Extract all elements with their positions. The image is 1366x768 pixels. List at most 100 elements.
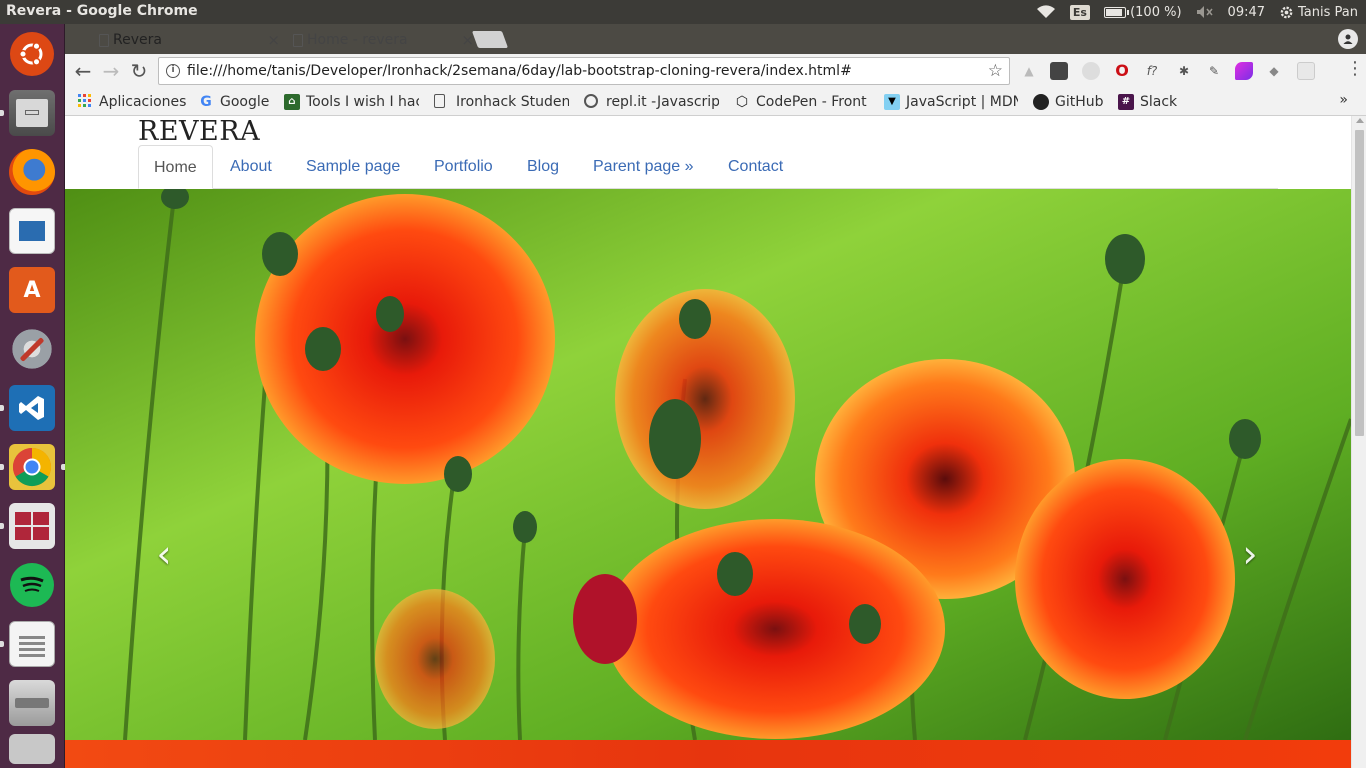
tab-revera[interactable]: Revera × (85, 26, 290, 54)
nav-parent-page[interactable]: Parent page » (578, 145, 709, 189)
extension-purple-icon[interactable] (1235, 62, 1253, 80)
volume-muted-icon[interactable] (1196, 5, 1214, 19)
launcher-trash[interactable] (6, 732, 58, 766)
opera-icon[interactable]: O (1113, 62, 1131, 80)
bookmark-google[interactable]: G Google (198, 92, 278, 112)
codepen-icon: ⬡ (735, 94, 749, 110)
battery-level (1105, 8, 1122, 16)
nav-contact[interactable]: Contact (713, 145, 798, 189)
bookmark-label: CodePen - Front (756, 94, 867, 110)
bookmarks-overflow-button[interactable]: » (1339, 92, 1348, 108)
bookmark-mdn[interactable]: ▼ JavaScript | MDN (884, 92, 1018, 112)
address-bar[interactable]: i file:///home/tanis/Developer/Ironhack/… (158, 57, 1010, 85)
keyboard-layout-indicator[interactable]: Es (1069, 4, 1090, 20)
workspaces-icon (9, 503, 55, 549)
launcher-firefox[interactable] (6, 146, 58, 198)
bookmark-label: JavaScript | MDN (906, 94, 1018, 110)
bookmark-ironhack[interactable]: Ironhack Studen (434, 92, 569, 112)
battery-indicator[interactable]: (100 %) (1103, 4, 1182, 20)
launcher-workspaces[interactable] (0, 500, 58, 552)
launcher-text-editor[interactable] (0, 618, 58, 670)
hero-carousel: ‹ › (65, 189, 1351, 740)
slack-icon: # (1118, 94, 1134, 110)
nav-sample-page[interactable]: Sample page (291, 145, 415, 189)
battery-text: (100 %) (1130, 4, 1182, 20)
page-scrollbar[interactable] (1351, 116, 1366, 768)
mdn-icon: ▼ (884, 94, 900, 110)
nav-blog[interactable]: Blog (512, 145, 574, 189)
carousel-next-button[interactable]: › (1235, 534, 1265, 574)
running-indicator (0, 110, 4, 116)
extension-square-icon[interactable] (1297, 62, 1315, 80)
launcher-settings[interactable] (6, 323, 58, 375)
bug-icon[interactable]: ✱ (1175, 62, 1193, 80)
profile-button[interactable] (1338, 29, 1358, 49)
bookmark-star-icon[interactable]: ☆ (988, 58, 1003, 84)
info-icon[interactable]: i (166, 64, 180, 78)
apps-grid-icon (77, 94, 93, 110)
page-icon (99, 34, 109, 47)
launcher-spotify[interactable] (6, 559, 58, 611)
launcher-drive[interactable] (6, 677, 58, 729)
launcher-vscode[interactable] (0, 382, 58, 434)
writer-icon (9, 208, 55, 254)
scroll-up-arrow[interactable] (1356, 118, 1364, 123)
bookmark-codepen[interactable]: ⬡ CodePen - Front (734, 92, 867, 112)
session-menu[interactable]: Tanis Pan (1279, 5, 1358, 20)
bookmark-label: Ironhack Studen (456, 94, 569, 110)
launcher-files[interactable] (0, 87, 58, 139)
browser-toolbar: ← → ↻ i file:///home/tanis/Developer/Iro… (65, 54, 1366, 88)
launcher-software-center[interactable]: A (6, 264, 58, 316)
bookmark-label: Slack (1140, 94, 1178, 110)
launcher-ubuntu-dash[interactable] (6, 28, 58, 80)
spotify-icon (10, 563, 54, 607)
nav-portfolio[interactable]: Portfolio (419, 145, 508, 189)
tab-home-revera[interactable]: Home - revera × (279, 26, 484, 54)
running-indicator (0, 641, 4, 647)
eyedropper-icon[interactable]: ✎ (1205, 62, 1223, 80)
browser-menu-button[interactable]: ⋮ (1346, 58, 1364, 79)
vscode-icon (9, 385, 55, 431)
font-ninja-icon[interactable]: f? (1143, 62, 1161, 80)
nav-about[interactable]: About (215, 145, 287, 189)
firefox-icon (9, 149, 55, 195)
bookmark-aplicaciones[interactable]: Aplicaciones (77, 92, 187, 112)
nav-home[interactable]: Home (138, 145, 213, 189)
battery-icon (1103, 6, 1129, 18)
tab-label: Home - revera (307, 32, 408, 48)
running-indicator (0, 405, 4, 411)
extension-gray-icon[interactable] (1082, 62, 1100, 80)
bookmark-slack[interactable]: # Slack (1118, 92, 1188, 112)
wifi-icon[interactable] (1036, 5, 1056, 19)
launcher-writer[interactable] (6, 205, 58, 257)
reload-button[interactable]: ↻ (127, 59, 151, 83)
system-top-panel: Revera - Google Chrome Es (100 %) 09:47 … (0, 0, 1366, 24)
back-button[interactable]: ← (71, 59, 95, 83)
trash-icon (9, 734, 55, 764)
carousel-prev-button[interactable]: ‹ (149, 534, 179, 574)
google-icon: G (200, 94, 212, 110)
new-tab-button[interactable] (471, 31, 509, 48)
poppy-field-image (65, 189, 1351, 740)
gear-icon (1280, 6, 1293, 18)
scrollbar-thumb[interactable] (1355, 130, 1364, 436)
extension-diamond-icon[interactable]: ◆ (1265, 62, 1283, 80)
bookmark-label: GitHub (1055, 94, 1104, 110)
shopping-bag-icon: A (9, 267, 55, 313)
extension-alert-icon[interactable]: ▲ (1020, 62, 1038, 80)
running-indicator (0, 523, 4, 529)
ubuntu-logo-icon (10, 32, 54, 76)
tab-strip: Revera × Home - revera × (65, 24, 1366, 54)
launcher-chrome[interactable] (0, 441, 65, 493)
site-title[interactable]: REVERA (138, 116, 260, 147)
launcher: A (0, 24, 65, 768)
file-cabinet-icon (9, 90, 55, 136)
orange-section-band (65, 740, 1351, 768)
person-icon (1343, 34, 1353, 44)
pocket-icon[interactable] (1050, 62, 1068, 80)
bookmark-replit[interactable]: repl.it -Javascrip (584, 92, 719, 112)
clock[interactable]: 09:47 (1228, 5, 1265, 20)
bookmark-tools[interactable]: ⌂ Tools I wish I hac (284, 92, 419, 112)
bookmark-github[interactable]: GitHub (1033, 92, 1113, 112)
forward-button[interactable]: → (99, 59, 123, 83)
